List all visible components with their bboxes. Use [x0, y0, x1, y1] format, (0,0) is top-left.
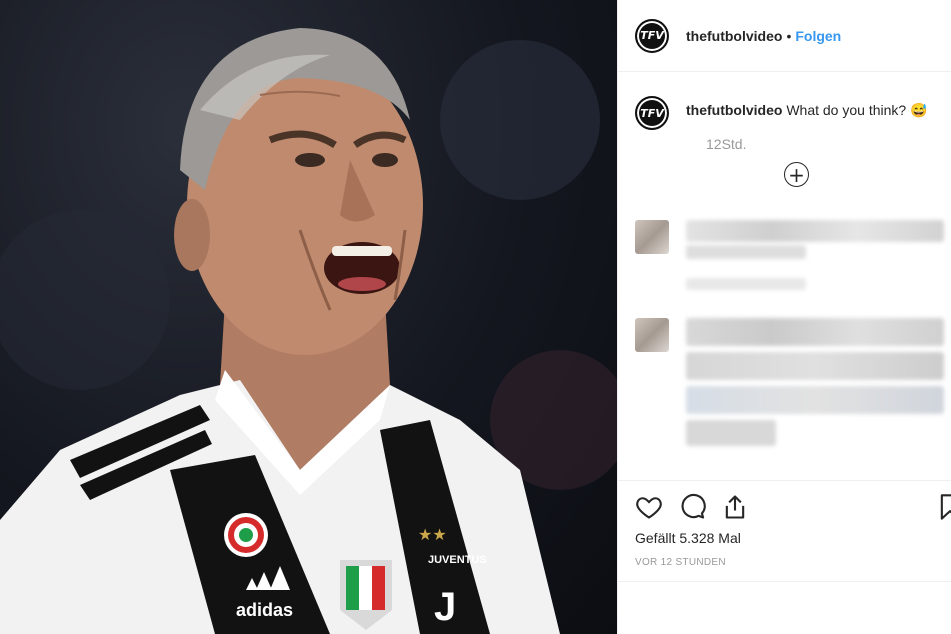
comment-text-blurred [686, 220, 944, 242]
comment-text-blurred [686, 386, 944, 414]
jersey-text: JUVENTUS [428, 554, 487, 566]
comment-avatar-blurred [635, 220, 669, 254]
caption-body: thefutbolvideo What do you think? 😅 [686, 96, 928, 130]
post-photo[interactable]: ★★ JUVENTUS J adidas [0, 0, 617, 634]
author-username[interactable]: thefutbolvideo [686, 28, 782, 44]
comment-text-blurred [686, 245, 806, 259]
post-sidebar: TFV thefutbolvideo • Folgen TFV thefutbo… [617, 0, 951, 634]
sponsor-text: adidas [236, 600, 293, 620]
comment-avatar-blurred [635, 318, 669, 352]
post-timestamp: VOR 12 STUNDEN [635, 557, 726, 568]
author-avatar[interactable]: TFV [635, 18, 669, 53]
add-comment-icon[interactable]: + [784, 162, 809, 187]
divider [618, 581, 951, 582]
comment-icon[interactable] [678, 493, 706, 521]
share-icon[interactable] [721, 493, 749, 521]
comment-text-blurred [686, 420, 776, 446]
post-actions: Gefällt 5.328 Mal VOR 12 STUNDEN [618, 480, 951, 634]
follow-button[interactable]: Folgen [795, 28, 841, 44]
player-illustration: ★★ JUVENTUS J adidas [0, 28, 617, 634]
svg-text:★★: ★★ [418, 525, 447, 544]
heart-icon[interactable] [635, 493, 663, 521]
post-header: TFV thefutbolvideo • Folgen [618, 0, 951, 72]
bookmark-icon[interactable] [936, 493, 951, 521]
comment-text-blurred [686, 318, 944, 346]
caption-text: What do you think? 😅 [786, 102, 928, 118]
caption-avatar[interactable]: TFV [635, 96, 669, 130]
like-count[interactable]: Gefällt 5.328 Mal [635, 530, 741, 546]
header-separator: • [786, 27, 792, 44]
post-caption: TFV thefutbolvideo What do you think? 😅 … [635, 96, 945, 152]
comment-meta-blurred [686, 278, 806, 290]
caption-time: 12Std. [706, 136, 747, 152]
comment-text-blurred [686, 352, 944, 380]
svg-text:J: J [434, 585, 456, 629]
caption-username[interactable]: thefutbolvideo [686, 102, 782, 118]
